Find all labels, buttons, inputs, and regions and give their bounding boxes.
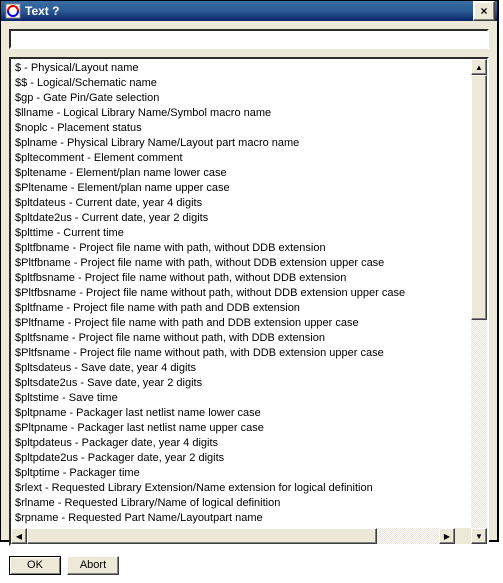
list-item[interactable]: $pltptime - Packager time <box>15 466 467 481</box>
scroll-down-button[interactable]: ▼ <box>471 528 487 544</box>
list-item[interactable]: $pltename - Element/plan name lower case <box>15 166 467 181</box>
scroll-left-button[interactable]: ◀ <box>11 528 27 544</box>
list-item[interactable]: $rlext - Requested Library Extension/Nam… <box>15 481 467 496</box>
list-item[interactable]: $pltfname - Project file name with path … <box>15 301 467 316</box>
button-row: OK Abort <box>9 556 489 575</box>
list-item[interactable]: $gp - Gate Pin/Gate selection <box>15 91 467 106</box>
list-item[interactable]: $ - Physical/Layout name <box>15 61 467 76</box>
text-input[interactable] <box>9 29 489 49</box>
list-item[interactable]: $llname - Logical Library Name/Symbol ma… <box>15 106 467 121</box>
app-icon <box>5 3 21 19</box>
list-box: $ - Physical/Layout name$$ - Logical/Sch… <box>9 57 489 546</box>
client-area: $ - Physical/Layout name$$ - Logical/Sch… <box>1 21 497 583</box>
list-item[interactable]: $Pltfbname - Project file name with path… <box>15 256 467 271</box>
list-item[interactable]: $Pltfname - Project file name with path … <box>15 316 467 331</box>
triangle-left-icon: ◀ <box>16 532 22 541</box>
list-item[interactable]: $pltfsname - Project file name without p… <box>15 331 467 346</box>
list-item[interactable]: $plttime - Current time <box>15 226 467 241</box>
list-item[interactable]: $Pltfbsname - Project file name without … <box>15 286 467 301</box>
horizontal-scrollbar[interactable]: ◀ ▶ <box>11 528 471 544</box>
abort-button[interactable]: Abort <box>67 556 119 575</box>
triangle-down-icon: ▼ <box>475 532 483 541</box>
vertical-scroll-track[interactable] <box>471 75 487 528</box>
list-item[interactable]: $pltsdateus - Save date, year 4 digits <box>15 361 467 376</box>
list-item[interactable]: $$ - Logical/Schematic name <box>15 76 467 91</box>
list-item[interactable]: $pltstime - Save time <box>15 391 467 406</box>
list-content[interactable]: $ - Physical/Layout name$$ - Logical/Sch… <box>11 59 471 528</box>
dialog-window: Text ? × $ - Physical/Layout name$$ - Lo… <box>0 0 499 542</box>
list-item[interactable]: $pltsdate2us - Save date, year 2 digits <box>15 376 467 391</box>
triangle-up-icon: ▲ <box>475 63 483 72</box>
window-title: Text ? <box>25 4 473 18</box>
scroll-corner <box>455 528 471 544</box>
ok-button[interactable]: OK <box>9 556 61 575</box>
list-item[interactable]: $rlname - Requested Library/Name of logi… <box>15 496 467 511</box>
scroll-right-button[interactable]: ▶ <box>439 528 455 544</box>
list-item[interactable]: $noplc - Placement status <box>15 121 467 136</box>
list-item[interactable]: $pltecomment - Element comment <box>15 151 467 166</box>
list-item[interactable]: $pltpname - Packager last netlist name l… <box>15 406 467 421</box>
list-item[interactable]: $pltpdateus - Packager date, year 4 digi… <box>15 436 467 451</box>
list-item[interactable]: $Pltename - Element/plan name upper case <box>15 181 467 196</box>
horizontal-scroll-thumb[interactable] <box>27 528 377 544</box>
close-button[interactable]: × <box>473 1 495 21</box>
list-item[interactable]: $pltpdate2us - Packager date, year 2 dig… <box>15 451 467 466</box>
horizontal-scroll-track[interactable] <box>27 528 439 544</box>
scroll-up-button[interactable]: ▲ <box>471 59 487 75</box>
list-item[interactable]: $pltdate2us - Current date, year 2 digit… <box>15 211 467 226</box>
list-item[interactable]: $plname - Physical Library Name/Layout p… <box>15 136 467 151</box>
list-item[interactable]: $pltfbsname - Project file name without … <box>15 271 467 286</box>
triangle-right-icon: ▶ <box>444 532 450 541</box>
vertical-scrollbar[interactable]: ▲ ▼ <box>471 59 487 544</box>
vertical-scroll-thumb[interactable] <box>471 75 487 320</box>
list-item[interactable]: $pltfbname - Project file name with path… <box>15 241 467 256</box>
list-item[interactable]: $rpname - Requested Part Name/Layoutpart… <box>15 511 467 526</box>
list-item[interactable]: $Pltfsname - Project file name without p… <box>15 346 467 361</box>
close-icon: × <box>480 4 487 18</box>
list-item[interactable]: $Pltpname - Packager last netlist name u… <box>15 421 467 436</box>
titlebar: Text ? × <box>1 1 497 21</box>
list-item[interactable]: $pltdateus - Current date, year 4 digits <box>15 196 467 211</box>
